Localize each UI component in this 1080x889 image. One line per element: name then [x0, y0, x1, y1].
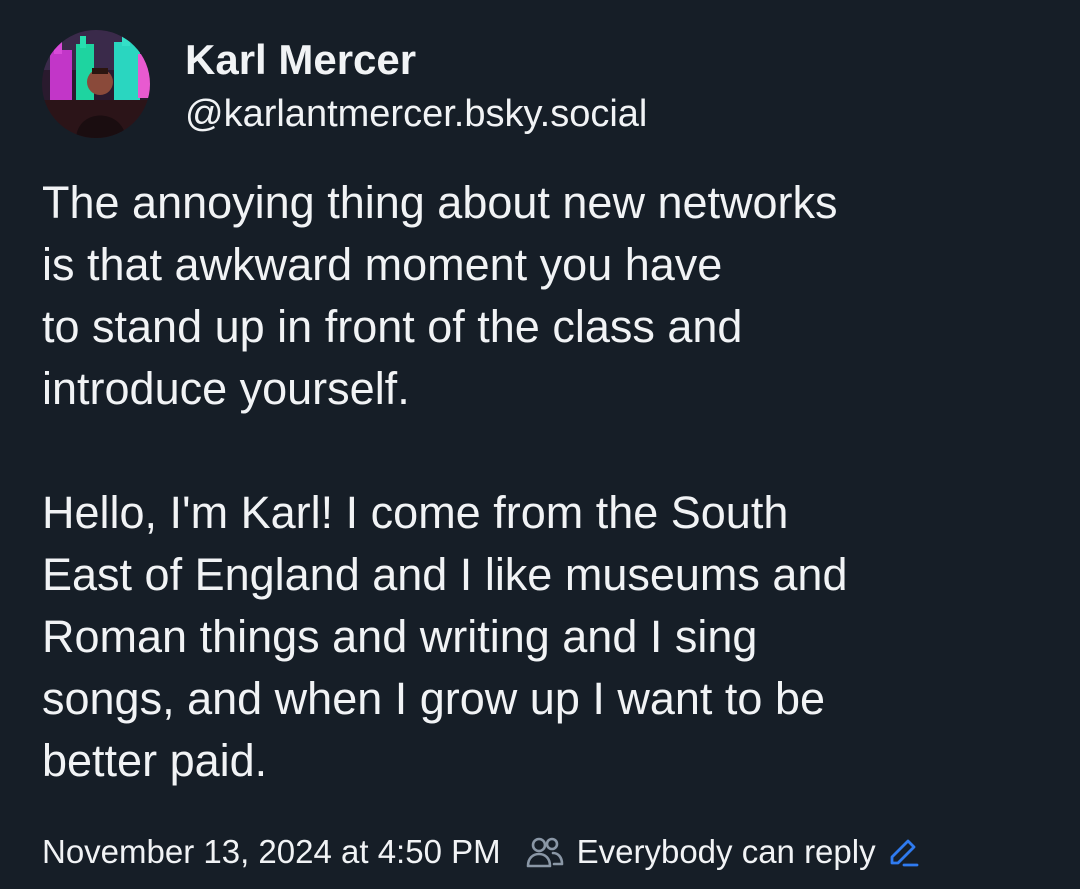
reply-setting-button[interactable]: Everybody can reply — [525, 833, 920, 871]
post-line: Hello, I'm Karl! I come from the South — [42, 487, 789, 538]
avatar[interactable] — [42, 30, 150, 138]
post-line: East of England and I like museums and — [42, 549, 848, 600]
post-line: songs, and when I grow up I want to be — [42, 673, 825, 724]
people-icon — [525, 835, 565, 869]
reply-setting-label: Everybody can reply — [576, 833, 876, 870]
author-display-name[interactable]: Karl Mercer — [185, 34, 416, 86]
post-line: introduce yourself. — [42, 363, 410, 414]
post-timestamp[interactable]: November 13, 2024 at 4:50 PM — [42, 833, 501, 871]
post-line: better paid. — [42, 735, 268, 786]
pencil-icon[interactable] — [886, 835, 920, 869]
avatar-photo — [42, 30, 150, 138]
post-line: is that awkward moment you have — [42, 239, 723, 290]
post-meta: November 13, 2024 at 4:50 PM Everybody c… — [42, 826, 920, 878]
author-handle[interactable]: @karlantmercer.bsky.social — [185, 90, 647, 138]
post-line: The annoying thing about new networks — [42, 177, 838, 228]
post-line: Roman things and writing and I sing — [42, 611, 758, 662]
post-text: The annoying thing about new networks is… — [42, 172, 1052, 792]
post-line: to stand up in front of the class and — [42, 301, 743, 352]
